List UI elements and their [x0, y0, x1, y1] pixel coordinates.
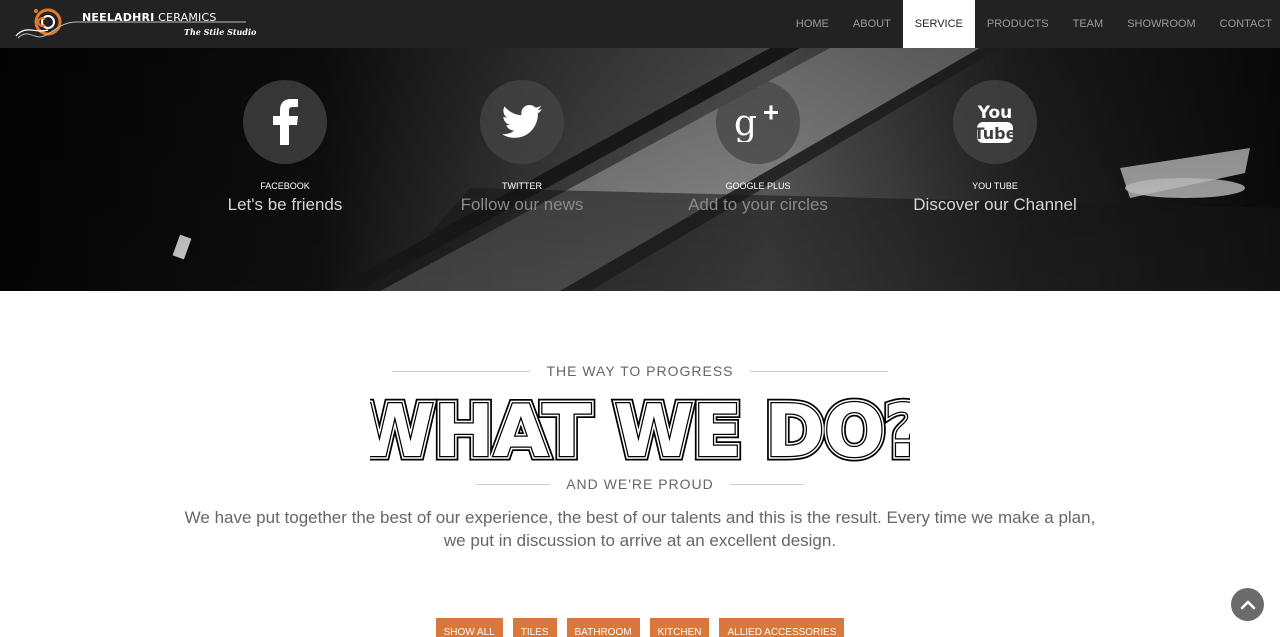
top-navbar: NEELADHRI CERAMICS The Stile Studio HOME…: [0, 0, 1280, 48]
nav-item-showroom[interactable]: SHOWROOM: [1115, 0, 1207, 48]
svg-text:You: You: [977, 103, 1013, 123]
svg-text:Tube: Tube: [975, 124, 1015, 143]
youtube-icon[interactable]: You Tube: [953, 80, 1037, 164]
social-youtube: You Tube YOU TUBE Discover our Channel: [875, 80, 1115, 215]
filter-allied-accessories[interactable]: ALLIED ACCESSORIES: [719, 618, 845, 637]
filter-bathroom[interactable]: BATHROOM: [566, 618, 640, 637]
social-google-plus: g GOOGLE PLUS Add to your circles: [638, 80, 878, 215]
section-intro: We have put together the best of our exp…: [184, 508, 1096, 550]
svg-text:WHAT WE DO?: WHAT WE DO?: [370, 396, 910, 466]
google-plus-icon[interactable]: g: [716, 80, 800, 164]
social-name: GOOGLE PLUS: [725, 181, 791, 191]
brand-name: NEELADHRI CERAMICS: [82, 11, 217, 24]
social-tagline[interactable]: Let's be friends: [165, 195, 405, 215]
social-hero: FACEBOOK Let's be friends TWITTER Follow…: [0, 48, 1280, 291]
divider-line: [392, 370, 531, 372]
section-subkicker: AND WE'RE PROUD: [566, 476, 714, 492]
nav-item-team[interactable]: TEAM: [1061, 0, 1116, 48]
nav-item-service[interactable]: SERVICE: [902, 0, 975, 48]
social-tagline[interactable]: Discover our Channel: [875, 195, 1115, 215]
filter-show-all[interactable]: SHOW ALL: [435, 618, 503, 637]
svg-text:g: g: [734, 103, 757, 142]
social-tagline[interactable]: Add to your circles: [638, 195, 878, 215]
portfolio-filters: SHOW ALL TILES BATHROOM KITCHEN ALLIED A…: [0, 618, 1280, 637]
divider-line: [476, 483, 551, 485]
divider-line: [749, 370, 888, 372]
filter-kitchen[interactable]: KITCHEN: [649, 618, 710, 637]
nav-item-contact[interactable]: CONTACT: [1208, 0, 1280, 48]
social-name: TWITTER: [502, 181, 542, 191]
section-kicker-row: THE WAY TO PROGRESS: [0, 363, 1280, 379]
nav-item-home[interactable]: HOME: [784, 0, 841, 48]
section-title: WHAT WE DO? WHAT WE DO? WHAT WE DO? WHAT…: [0, 385, 1280, 478]
main-nav: HOME ABOUT SERVICE PRODUCTS TEAM SHOWROO…: [784, 0, 1280, 48]
divider-line: [729, 483, 804, 485]
social-facebook: FACEBOOK Let's be friends: [165, 80, 405, 215]
brand-tagline: The Stile Studio: [184, 27, 257, 37]
filter-tiles[interactable]: TILES: [512, 618, 557, 637]
section-subkicker-row: AND WE'RE PROUD: [0, 476, 1280, 492]
facebook-icon[interactable]: [243, 80, 327, 164]
twitter-icon[interactable]: [480, 80, 564, 164]
nav-item-products[interactable]: PRODUCTS: [975, 0, 1061, 48]
social-tagline[interactable]: Follow our news: [402, 195, 642, 215]
section-kicker: THE WAY TO PROGRESS: [546, 363, 734, 379]
scroll-to-top-button[interactable]: [1231, 588, 1264, 621]
nav-item-about[interactable]: ABOUT: [841, 0, 903, 48]
social-name: FACEBOOK: [260, 181, 310, 191]
chevron-up-icon: [1240, 600, 1255, 609]
brand-logo[interactable]: NEELADHRI CERAMICS The Stile Studio: [14, 6, 256, 44]
social-name: YOU TUBE: [972, 181, 1018, 191]
social-twitter: TWITTER Follow our news: [402, 80, 642, 215]
